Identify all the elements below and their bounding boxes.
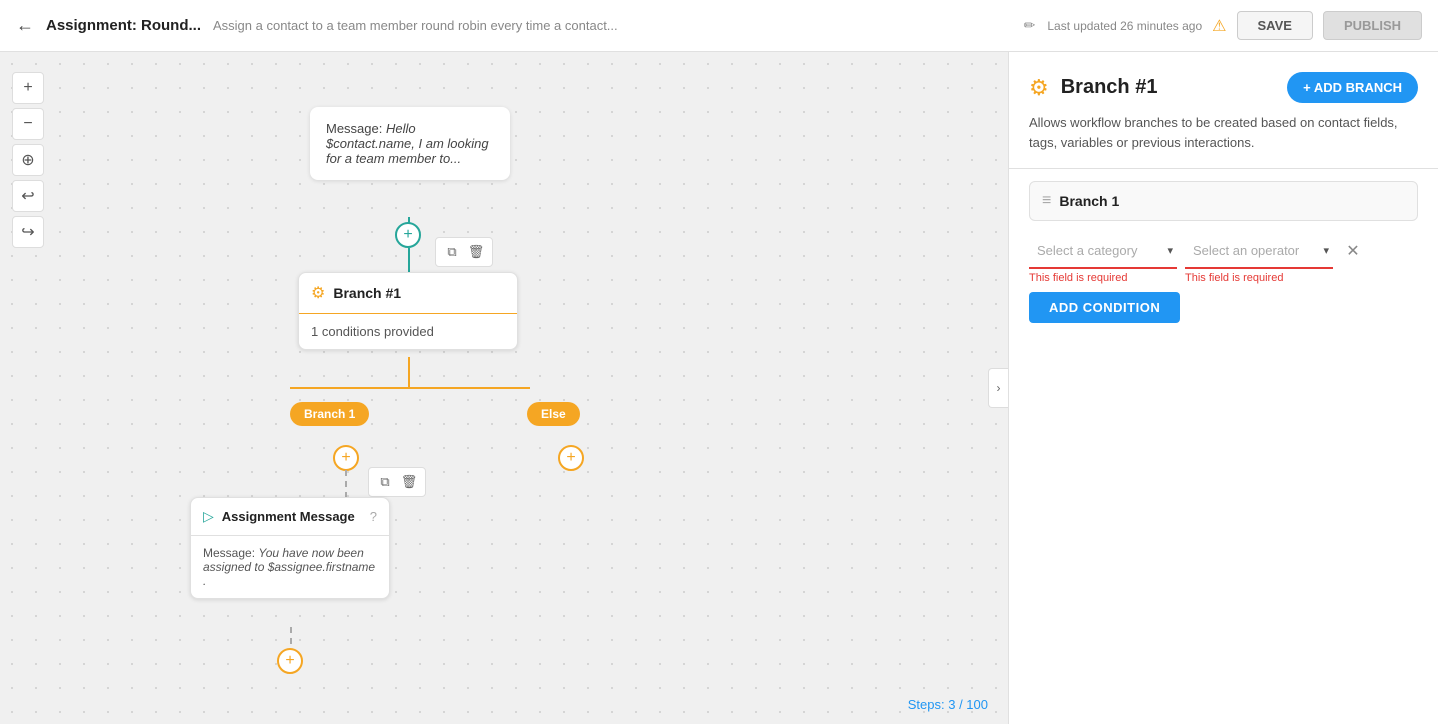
page-title: Assignment: Round...: [46, 17, 201, 34]
edit-icon[interactable]: ✏: [1024, 17, 1036, 34]
add-step-button-1[interactable]: +: [395, 222, 421, 248]
panel-header-icon: ⚙: [1029, 75, 1049, 101]
node-action-buttons-top: ⧉ 🗑: [435, 237, 493, 267]
workflow-canvas[interactable]: + − ⊕ ↩ ↪ › Steps: 3 / 100 Message: Hell…: [0, 52, 1008, 724]
header: ← Assignment: Round... Assign a contact …: [0, 0, 1438, 52]
header-right: Last updated 26 minutes ago ⚠ SAVE PUBLI…: [1047, 11, 1422, 40]
assignment-body-label: Message:: [203, 546, 258, 560]
dashed-connector-1: [345, 470, 347, 498]
branch-body: 1 conditions provided: [299, 314, 517, 349]
operator-placeholder: Select an operator: [1193, 243, 1323, 258]
add-step-branch1[interactable]: +: [333, 445, 359, 471]
category-field-error: This field is required: [1029, 272, 1177, 284]
assignment-body: Message: You have now been assigned to $…: [191, 536, 389, 598]
message-label: Message:: [326, 121, 386, 136]
category-select-container: Select a category ▾ This field is requir…: [1029, 233, 1177, 284]
connector-h: [290, 387, 530, 389]
node-action-buttons-branch1: ⧉ 🗑: [368, 467, 426, 497]
branch-node-header: ⚙ Branch #1: [299, 273, 517, 314]
main-layout: + − ⊕ ↩ ↪ › Steps: 3 / 100 Message: Hell…: [0, 52, 1438, 724]
operator-select-container: Select an operator ▾ This field is requi…: [1185, 233, 1333, 284]
right-panel: ⚙ Branch #1 + ADD BRANCH Allows workflow…: [1008, 52, 1438, 724]
category-placeholder: Select a category: [1037, 243, 1167, 258]
branch-section-name: Branch 1: [1059, 193, 1119, 209]
operator-field-error: This field is required: [1185, 272, 1333, 284]
branch-node[interactable]: ⚙ Branch #1 1 conditions provided: [298, 272, 518, 350]
assignment-title: Assignment Message: [222, 509, 362, 524]
page-subtitle: Assign a contact to a team member round …: [213, 18, 1008, 33]
condition-row: Select a category ▾ This field is requir…: [1029, 233, 1418, 284]
connector-3: [408, 357, 410, 387]
panel-header: ⚙ Branch #1 + ADD BRANCH: [1009, 52, 1438, 113]
add-step-else[interactable]: +: [558, 445, 584, 471]
panel-description: Allows workflow branches to be created b…: [1009, 113, 1438, 169]
else-label: Else: [527, 402, 580, 426]
flow-container: Message: Hello $contact.name, I am looki…: [0, 52, 1008, 724]
assignment-header: ▷ Assignment Message ?: [191, 498, 389, 536]
branch-icon: ⚙: [311, 283, 325, 303]
help-icon[interactable]: ?: [370, 509, 377, 524]
branch-section-header[interactable]: ≡ Branch 1: [1029, 181, 1418, 221]
assignment-icon: ▷: [203, 508, 214, 525]
connector-2: [408, 248, 410, 272]
category-arrow-icon: ▾: [1167, 244, 1173, 257]
message-node-top[interactable]: Message: Hello $contact.name, I am looki…: [310, 107, 510, 180]
add-step-after-assignment[interactable]: +: [277, 648, 303, 674]
branch-title: Branch #1: [333, 285, 401, 301]
delete-button-branch1[interactable]: 🗑: [399, 472, 419, 492]
warning-icon: ⚠: [1212, 16, 1226, 36]
assignment-node[interactable]: ▷ Assignment Message ? Message: You have…: [190, 497, 390, 599]
back-button[interactable]: ←: [16, 15, 34, 36]
publish-button[interactable]: PUBLISH: [1323, 11, 1422, 40]
panel-header-title: Branch #1: [1061, 76, 1275, 99]
condition-close-button[interactable]: ✕: [1341, 239, 1365, 263]
operator-select[interactable]: Select an operator ▾: [1185, 233, 1333, 269]
add-branch-button[interactable]: + ADD BRANCH: [1287, 72, 1418, 103]
last-updated-text: Last updated 26 minutes ago: [1047, 19, 1202, 33]
branch1-label: Branch 1: [290, 402, 369, 426]
copy-button-branch1[interactable]: ⧉: [375, 472, 395, 492]
category-select[interactable]: Select a category ▾: [1029, 233, 1177, 269]
branch-section-lines-icon: ≡: [1042, 192, 1051, 210]
branch-section: ≡ Branch 1 Select a category ▾ This fiel…: [1009, 169, 1438, 335]
copy-button-top[interactable]: ⧉: [442, 242, 462, 262]
delete-button-top[interactable]: 🗑: [466, 242, 486, 262]
operator-arrow-icon: ▾: [1323, 244, 1329, 257]
save-button[interactable]: SAVE: [1237, 11, 1313, 40]
add-condition-button[interactable]: ADD CONDITION: [1029, 292, 1180, 323]
